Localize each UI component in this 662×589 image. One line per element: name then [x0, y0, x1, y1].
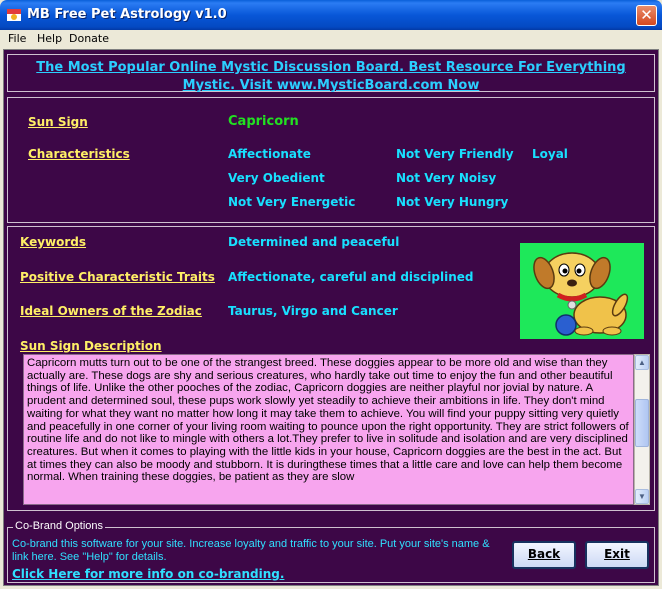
scroll-down-icon[interactable]: ▼: [635, 489, 649, 504]
dog-image: [520, 243, 644, 339]
banner-link[interactable]: The Most Popular Online Mystic Discussio…: [36, 60, 625, 93]
description-textarea[interactable]: Capricorn mutts turn out to be one of th…: [23, 354, 634, 505]
menu-file[interactable]: File: [8, 32, 26, 45]
menu-donate[interactable]: Donate: [69, 32, 109, 45]
menu-bar: File Help Donate: [3, 30, 659, 48]
description-label[interactable]: Sun Sign Description: [20, 339, 162, 353]
characteristic-item: Not Very Energetic: [228, 195, 356, 209]
main-frame: The Most Popular Online Mystic Discussio…: [3, 49, 659, 586]
characteristic-item: Affectionate: [228, 147, 311, 161]
cobrand-panel: Co-Brand Options Co-brand this software …: [7, 520, 655, 583]
characteristic-item: Loyal: [532, 147, 568, 161]
title-bar[interactable]: MB Free Pet Astrology v1.0 ✕: [0, 0, 662, 30]
exit-button-label: Exit: [604, 547, 630, 561]
keywords-label[interactable]: Keywords: [20, 235, 86, 249]
scroll-thumb[interactable]: [635, 399, 649, 447]
positive-traits-value: Affectionate, careful and disciplined: [228, 270, 474, 284]
menu-help[interactable]: Help: [37, 32, 62, 45]
details-panel: Keywords Determined and peaceful Positiv…: [7, 226, 655, 511]
characteristic-item: Very Obedient: [228, 171, 325, 185]
banner: The Most Popular Online Mystic Discussio…: [7, 54, 655, 93]
scroll-up-icon[interactable]: ▲: [635, 355, 649, 370]
cartoon-dog-icon: [533, 252, 629, 336]
keywords-value: Determined and peaceful: [228, 235, 400, 249]
close-button[interactable]: ✕: [636, 5, 657, 26]
back-button[interactable]: Back: [512, 541, 576, 569]
back-button-label: Back: [527, 547, 561, 561]
cobrand-legend: Co-Brand Options: [13, 520, 106, 532]
positive-traits-label[interactable]: Positive Characteristic Traits: [20, 270, 215, 284]
sun-sign-value: Capricorn: [228, 114, 299, 129]
characteristic-item: Not Very Hungry: [396, 195, 509, 209]
ideal-owners-label[interactable]: Ideal Owners of the Zodiac: [20, 304, 202, 318]
cobrand-link[interactable]: Click Here for more info on co-branding.: [12, 567, 284, 581]
sun-sign-label[interactable]: Sun Sign: [28, 115, 88, 129]
ideal-owners-value: Taurus, Virgo and Cancer: [228, 304, 398, 318]
characteristic-item: Not Very Friendly: [396, 147, 514, 161]
cobrand-text: Co-brand this software for your site. In…: [12, 538, 490, 563]
characteristic-item: Not Very Noisy: [396, 171, 497, 185]
window-title: MB Free Pet Astrology v1.0: [27, 7, 227, 22]
exit-button[interactable]: Exit: [585, 541, 649, 569]
app-icon: [7, 9, 21, 21]
characteristics-label[interactable]: Characteristics: [28, 147, 130, 161]
sign-panel: Sun Sign Capricorn Characteristics Affec…: [7, 97, 655, 223]
description-scrollbar[interactable]: ▲ ▼: [634, 354, 650, 505]
